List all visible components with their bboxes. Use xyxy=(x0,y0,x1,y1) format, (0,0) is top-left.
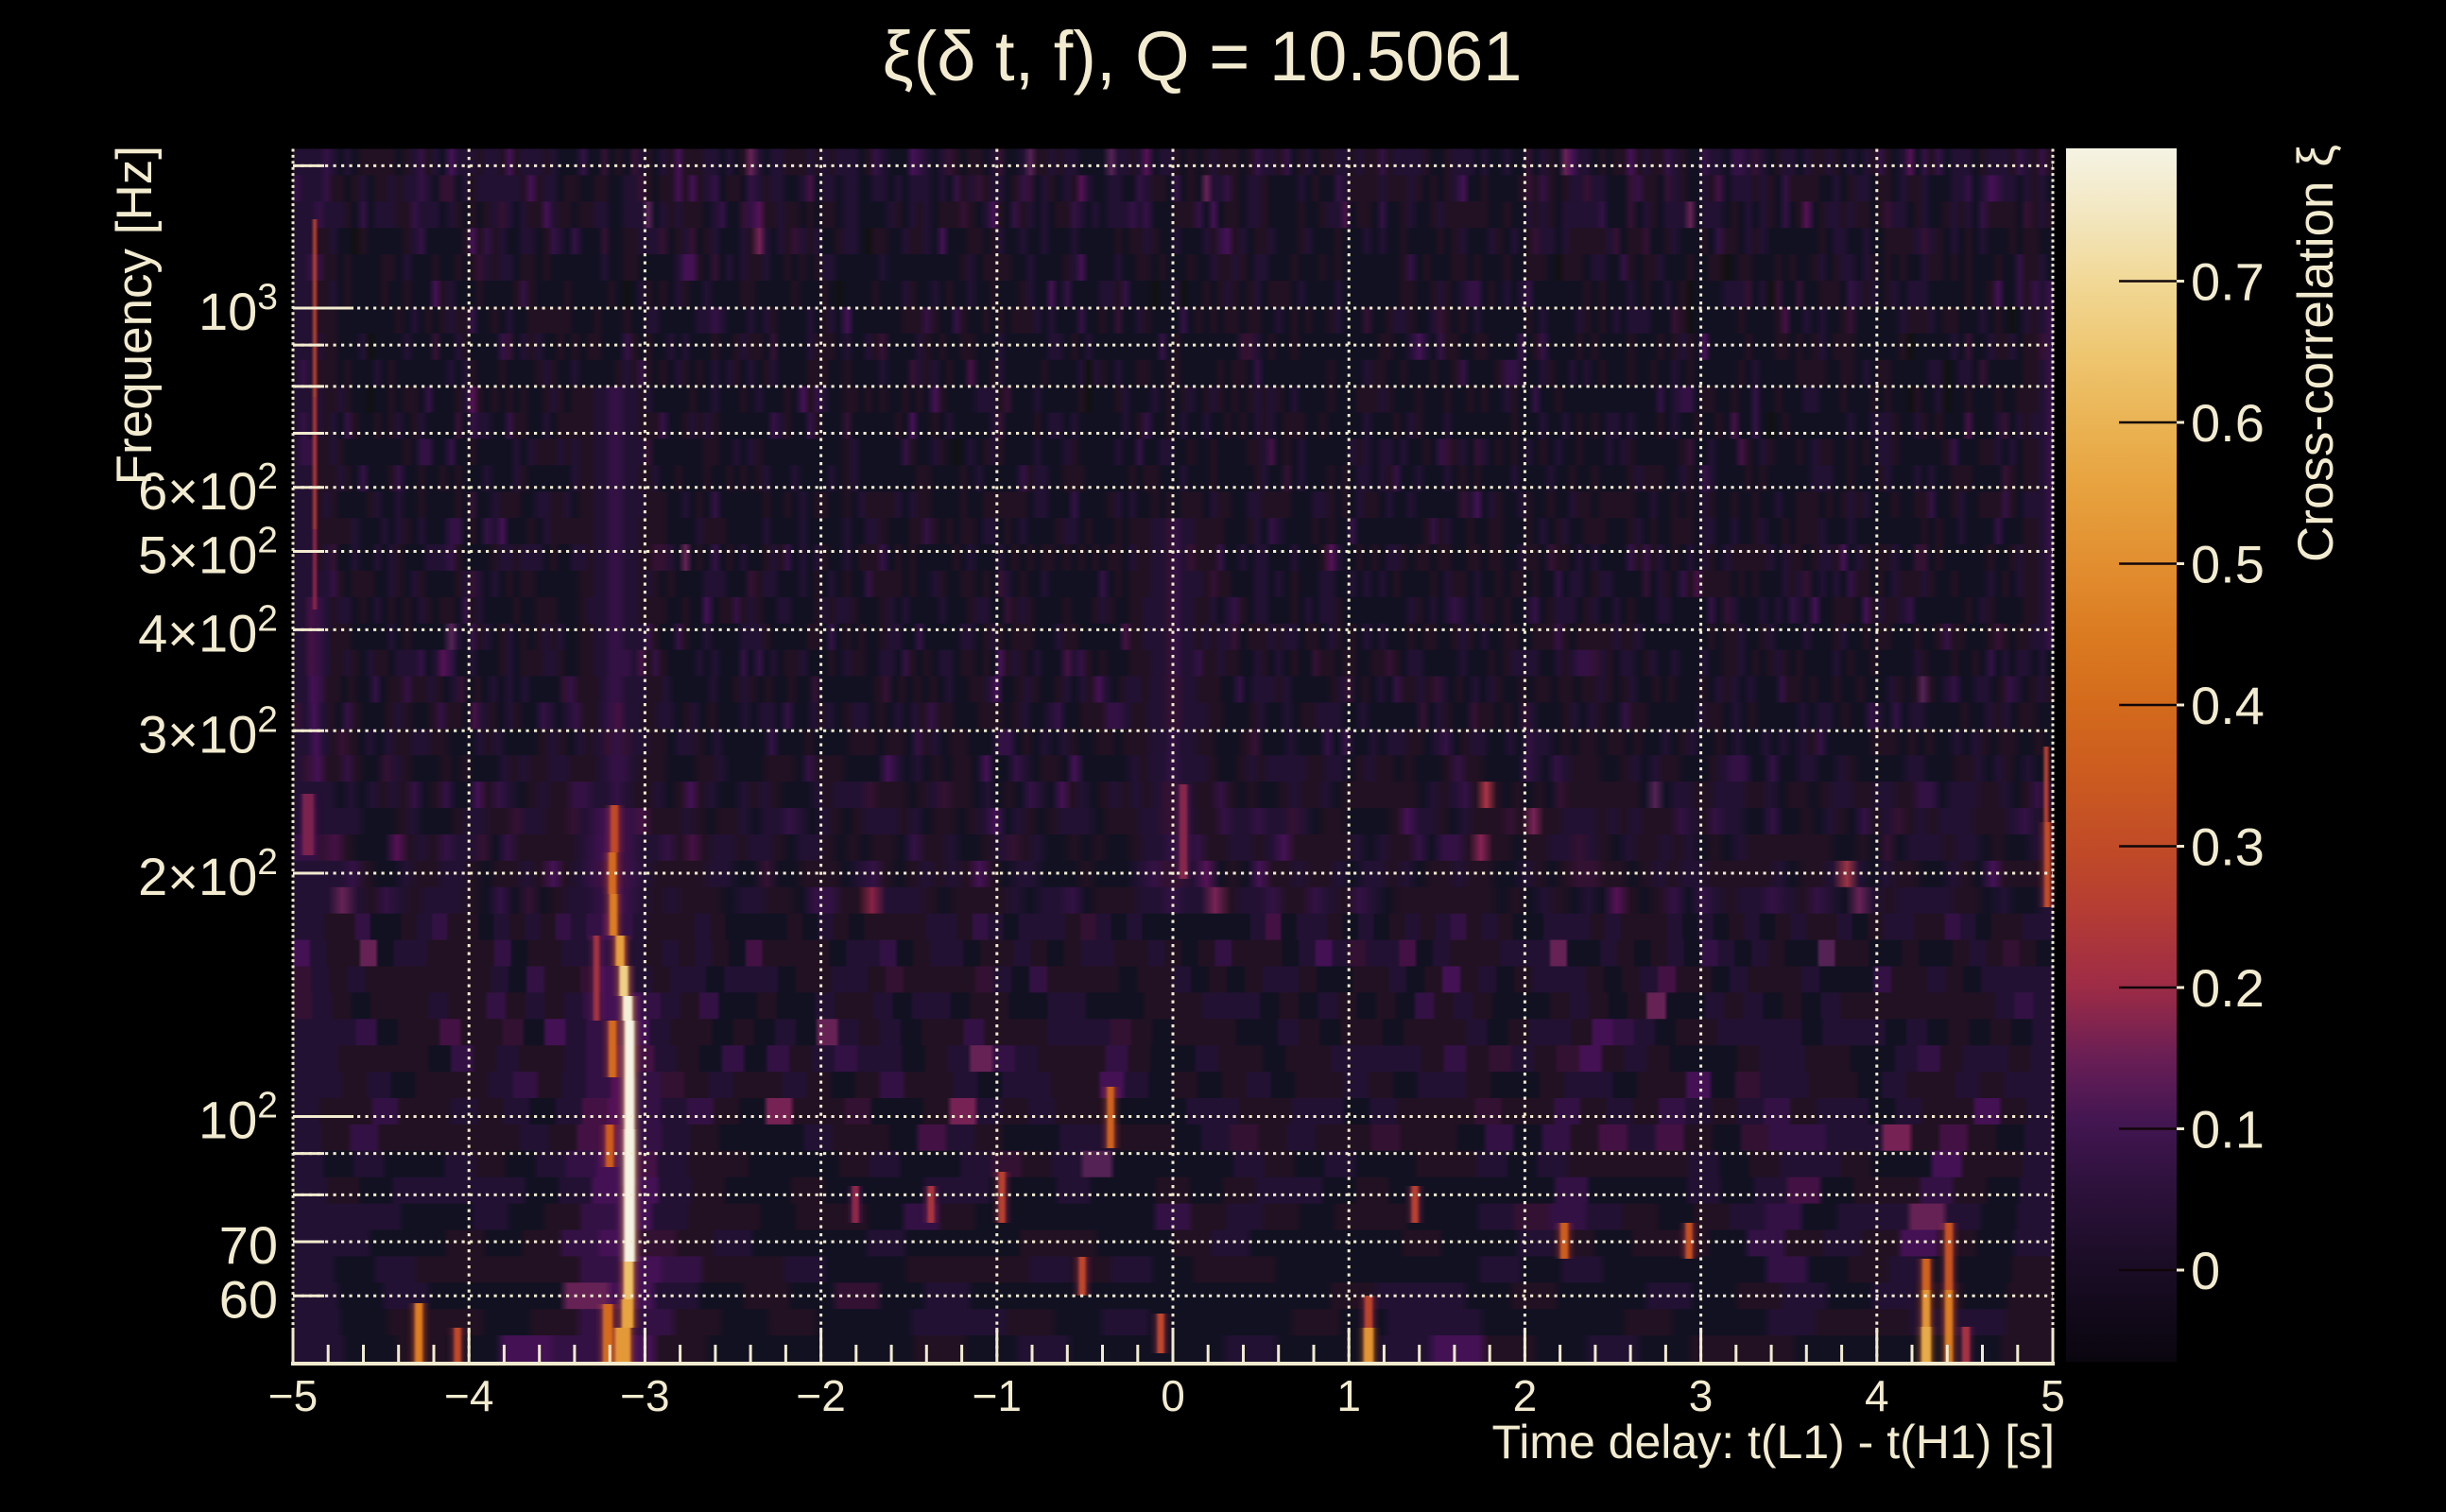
svg-text:1: 1 xyxy=(1336,1371,1361,1420)
svg-text:ξ(δ t, f), Q = 10.5061: ξ(δ t, f), Q = 10.5061 xyxy=(883,17,1523,95)
svg-text:3×102: 3×102 xyxy=(138,699,278,764)
svg-text:60: 60 xyxy=(219,1269,278,1329)
svg-text:4×102: 4×102 xyxy=(138,598,278,662)
svg-text:0.1: 0.1 xyxy=(2191,1100,2265,1160)
svg-text:2: 2 xyxy=(1513,1371,1538,1420)
svg-text:0.3: 0.3 xyxy=(2191,817,2265,877)
svg-text:5: 5 xyxy=(2041,1371,2065,1420)
svg-text:0: 0 xyxy=(1161,1371,1185,1420)
svg-text:0.2: 0.2 xyxy=(2191,958,2265,1018)
svg-text:Time delay: t(L1) - t(H1) [s]: Time delay: t(L1) - t(H1) [s] xyxy=(1492,1416,2055,1469)
svg-text:0: 0 xyxy=(2191,1241,2220,1300)
svg-text:0.7: 0.7 xyxy=(2191,252,2265,312)
svg-text:Cross-correlation ξ: Cross-correlation ξ xyxy=(2288,145,2344,562)
svg-text:3: 3 xyxy=(1689,1371,1714,1420)
svg-text:−4: −4 xyxy=(444,1371,493,1420)
svg-text:4: 4 xyxy=(1865,1371,1889,1420)
svg-text:0.5: 0.5 xyxy=(2191,535,2265,594)
svg-text:Frequency [Hz]: Frequency [Hz] xyxy=(107,146,163,485)
svg-text:70: 70 xyxy=(219,1215,278,1275)
svg-text:−3: −3 xyxy=(620,1371,669,1420)
svg-text:−1: −1 xyxy=(973,1371,1022,1420)
svg-text:2×102: 2×102 xyxy=(138,842,278,906)
svg-text:0.4: 0.4 xyxy=(2191,676,2265,735)
svg-text:5×102: 5×102 xyxy=(138,521,278,585)
svg-text:0.6: 0.6 xyxy=(2191,393,2265,453)
svg-text:−5: −5 xyxy=(268,1371,318,1420)
svg-text:−2: −2 xyxy=(796,1371,845,1420)
